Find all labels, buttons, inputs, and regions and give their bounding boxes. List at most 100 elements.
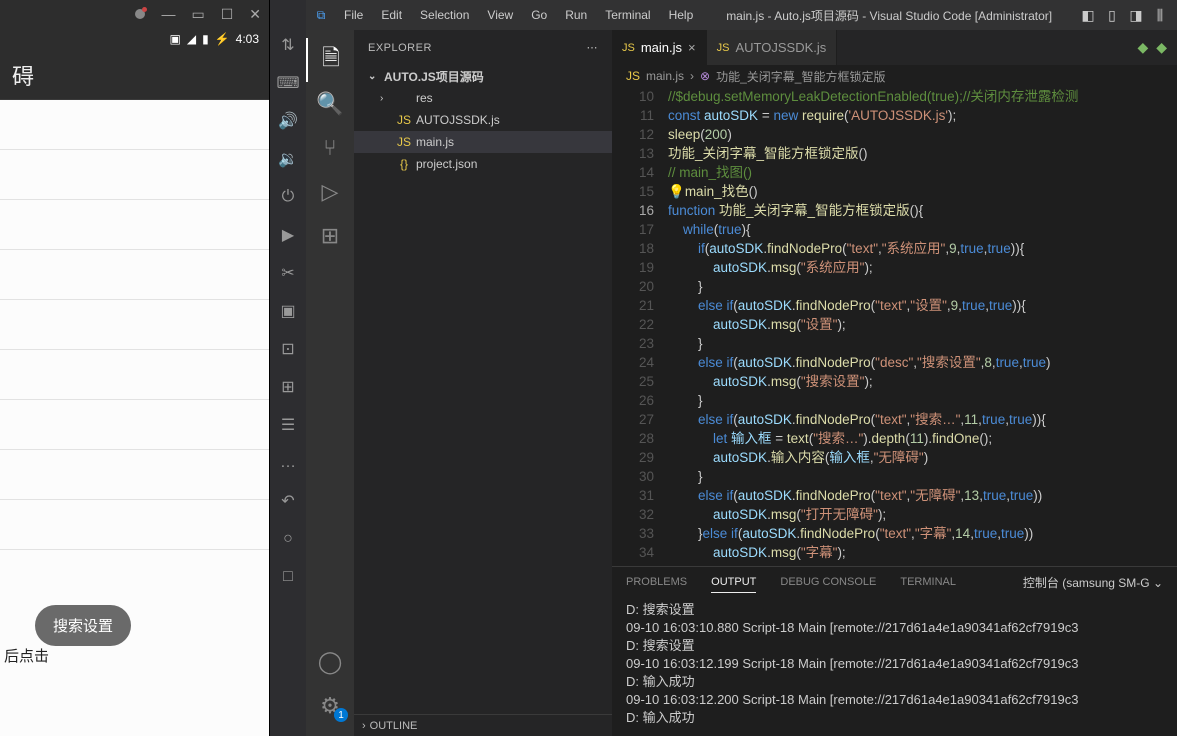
- phone-window-titlebar: — ▭ ☐ ✕: [0, 0, 269, 28]
- source-control-icon[interactable]: ⑂: [306, 126, 354, 170]
- menu-help[interactable]: Help: [661, 4, 702, 26]
- list-item[interactable]: [0, 100, 269, 150]
- menu-go[interactable]: Go: [523, 4, 555, 26]
- account-icon[interactable]: ◯: [306, 640, 354, 684]
- list-item[interactable]: [0, 350, 269, 400]
- rail-button[interactable]: ○: [270, 524, 306, 554]
- layout-icon[interactable]: ◨: [1125, 7, 1147, 24]
- more-icon[interactable]: ⋯: [587, 41, 599, 54]
- output-line: D: 输入成功: [626, 673, 1163, 691]
- tree-item[interactable]: {}project.json: [354, 153, 612, 175]
- js-file-icon: JS: [717, 42, 730, 54]
- clock: 4:03: [236, 32, 259, 46]
- tree-item[interactable]: JS AUTOJSSDK.js: [354, 109, 612, 131]
- list-item[interactable]: [0, 300, 269, 350]
- chevron-right-icon: ›: [362, 720, 366, 732]
- more-icon[interactable]: ⫼: [1149, 7, 1171, 24]
- editor-tab[interactable]: JSmain.js×: [612, 30, 707, 65]
- vscode-titlebar: ⧉ FileEditSelectionViewGoRunTerminalHelp…: [306, 0, 1177, 30]
- cast-icon: ▣: [170, 32, 181, 46]
- rail-button[interactable]: □: [270, 562, 306, 592]
- tree-item-label: main.js: [416, 135, 454, 149]
- list-item[interactable]: [0, 150, 269, 200]
- close-icon[interactable]: ✕: [249, 6, 261, 23]
- panel-tab-terminal[interactable]: TERMINAL: [900, 572, 956, 592]
- line-gutter: 1011121314151617181920212223242526272829…: [612, 87, 668, 566]
- code-lines[interactable]: //$debug.setMemoryLeakDetectionEnabled(t…: [668, 87, 1177, 566]
- rail-button[interactable]: …: [270, 448, 306, 478]
- rail-button[interactable]: ⌨: [270, 68, 306, 98]
- rail-button[interactable]: ▣: [270, 296, 306, 326]
- file-icon: {}: [396, 157, 412, 171]
- list-item[interactable]: [0, 450, 269, 500]
- layout-icon[interactable]: ◧: [1077, 7, 1099, 24]
- menu-selection[interactable]: Selection: [412, 4, 477, 26]
- wifi-icon: ◢: [187, 32, 196, 46]
- list-item[interactable]: [0, 500, 269, 550]
- menu-run[interactable]: Run: [557, 4, 595, 26]
- settings-gear-icon[interactable]: ⚙1: [306, 684, 354, 728]
- rail-button[interactable]: ✂: [270, 258, 306, 288]
- file-tree: ⌄ AUTO.JS项目源码 ›res JS AUTOJSSDK.js JSmain.j…: [354, 65, 612, 714]
- tab-label: AUTOJSSDK.js: [735, 40, 826, 55]
- minimize-icon[interactable]: —: [161, 6, 175, 22]
- search-icon[interactable]: 🔍: [306, 82, 354, 126]
- editor-tab[interactable]: JS AUTOJSSDK.js: [707, 30, 838, 65]
- list-item[interactable]: [0, 250, 269, 300]
- output-body[interactable]: D: 搜索设置09-10 16:03:10.880 Script-18 Main…: [612, 597, 1177, 736]
- output-line: D: 输入成功: [626, 709, 1163, 727]
- android-icon[interactable]: ◆: [1137, 39, 1148, 56]
- maximize-icon[interactable]: ☐: [221, 6, 234, 23]
- tree-root[interactable]: ⌄ AUTO.JS项目源码: [354, 65, 612, 87]
- output-channel-dropdown[interactable]: 控制台 (samsung SM-G ⌄: [1023, 570, 1163, 595]
- explorer-icon[interactable]: 🗎: [306, 38, 354, 82]
- activity-bar: 🗎 🔍 ⑂ ▷ ⊞ ◯ ⚙1: [306, 30, 354, 736]
- menu-terminal[interactable]: Terminal: [597, 4, 658, 26]
- breadcrumb-file: main.js: [646, 69, 684, 83]
- editor-tabs: JSmain.js× JS AUTOJSSDK.js ◆ ◆: [612, 30, 1177, 65]
- android-icon[interactable]: ◆: [1156, 39, 1167, 56]
- tree-item[interactable]: JSmain.js: [354, 131, 612, 153]
- menu-edit[interactable]: Edit: [373, 4, 410, 26]
- emulator-side-rail: ⇅ ⌨ 🔊 🔉 ⏻ ▶ ✂ ▣ ⊡ ⊞ ☰ … ↶ ○ □: [270, 0, 306, 736]
- output-line: D: 搜索设置: [626, 637, 1163, 655]
- extensions-icon[interactable]: ⊞: [306, 214, 354, 258]
- rail-button[interactable]: ⏻: [270, 182, 306, 212]
- run-debug-icon[interactable]: ▷: [306, 170, 354, 214]
- outline-header[interactable]: › OUTLINE: [354, 714, 612, 736]
- layout-icon[interactable]: ▯: [1101, 7, 1123, 24]
- outline-label: OUTLINE: [370, 720, 418, 732]
- tree-item[interactable]: ›res: [354, 87, 612, 109]
- rail-button[interactable]: 🔉: [270, 144, 306, 174]
- file-icon: JS: [396, 113, 412, 127]
- menu-file[interactable]: File: [336, 4, 371, 26]
- rail-button[interactable]: 🔊: [270, 106, 306, 136]
- rail-button[interactable]: ▶: [270, 220, 306, 250]
- window-controls: ◧ ▯ ◨ ⫼: [1077, 7, 1177, 24]
- rail-button[interactable]: ⊞: [270, 372, 306, 402]
- chevron-icon: ›: [380, 93, 392, 104]
- root-label: AUTO.JS项目源码: [384, 68, 484, 85]
- panel-tab-debug-console[interactable]: DEBUG CONSOLE: [780, 572, 876, 592]
- panel-tab-problems[interactable]: PROBLEMS: [626, 572, 687, 592]
- panel-tab-output[interactable]: OUTPUT: [711, 572, 756, 593]
- record-icon[interactable]: [135, 9, 145, 19]
- breadcrumb-fn: 功能_关闭字幕_智能方框锁定版: [716, 68, 885, 85]
- list-item[interactable]: [0, 200, 269, 250]
- tree-item-label: AUTOJSSDK.js: [416, 113, 500, 127]
- rail-button[interactable]: ⊡: [270, 334, 306, 364]
- breadcrumb[interactable]: JS main.js › ⊗ 功能_关闭字幕_智能方框锁定版: [612, 65, 1177, 87]
- phone-content[interactable]: 搜索设置 后点击: [0, 100, 269, 736]
- badge: 1: [334, 708, 348, 722]
- rail-button[interactable]: ⇅: [270, 30, 306, 60]
- sidebar: EXPLORER ⋯ ⌄ AUTO.JS项目源码 ›res JS AUTOJSSDK…: [354, 30, 612, 736]
- rail-button[interactable]: ☰: [270, 410, 306, 440]
- sidebar-title: EXPLORER: [368, 42, 432, 54]
- list-item[interactable]: [0, 400, 269, 450]
- close-icon[interactable]: ×: [688, 40, 696, 55]
- js-file-icon: JS: [626, 69, 640, 83]
- code-editor[interactable]: 1011121314151617181920212223242526272829…: [612, 87, 1177, 566]
- restore-icon[interactable]: ▭: [191, 6, 204, 23]
- rail-button[interactable]: ↶: [270, 486, 306, 516]
- menu-view[interactable]: View: [479, 4, 521, 26]
